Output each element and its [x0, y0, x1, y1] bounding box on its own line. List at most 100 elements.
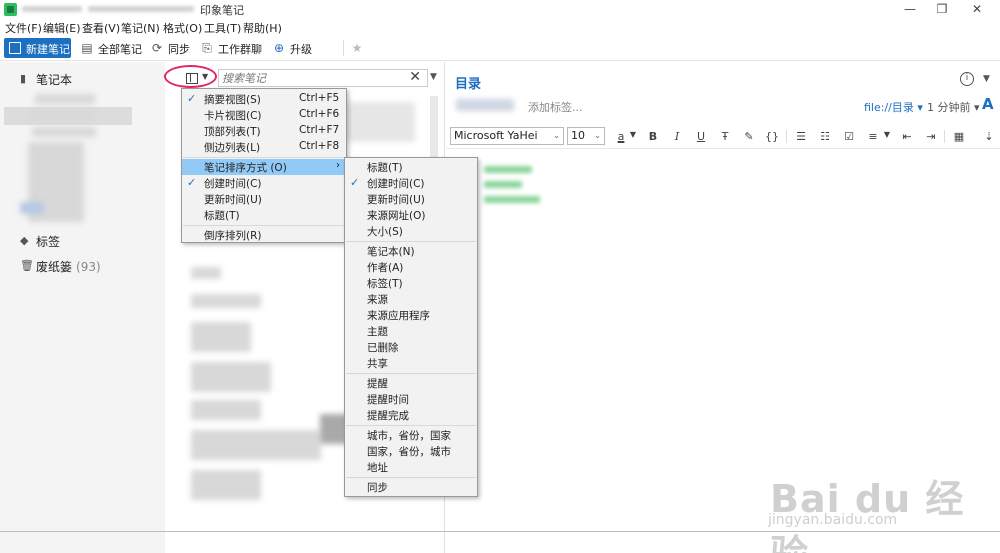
table-icon[interactable]: ▦: [952, 130, 966, 143]
blurred-notebook-stack: [20, 202, 44, 214]
chevron-down-icon[interactable]: ▼: [626, 130, 640, 139]
format-toolbar: Microsoft YaHei ⌄ 10 ⌄ a ▼ B I U Ŧ ✎ {} ☰ …: [446, 124, 1000, 149]
note-title[interactable]: 目录: [455, 73, 481, 92]
numbered-list-icon[interactable]: ☷: [818, 130, 832, 143]
blurred-toc-entry[interactable]: [484, 181, 522, 188]
sync-button[interactable]: ⟳ 同步: [150, 40, 192, 57]
submenu-item-title[interactable]: 标题(T): [345, 159, 477, 175]
bold-button[interactable]: B: [646, 130, 660, 143]
underline-button[interactable]: U: [694, 130, 708, 143]
menu-item-side-list[interactable]: 侧边列表(L) Ctrl+F8: [182, 139, 346, 155]
restore-button[interactable]: ❐: [927, 1, 957, 18]
view-options-menu: ✓ 摘要视图(S) Ctrl+F5 卡片视图(C) Ctrl+F6 顶部列表(T…: [181, 88, 347, 243]
menu-item-summary-view[interactable]: ✓ 摘要视图(S) Ctrl+F5: [182, 91, 346, 107]
checkbox-icon[interactable]: ☑: [842, 130, 856, 143]
info-icon[interactable]: i: [960, 72, 974, 86]
search-box[interactable]: ✕: [218, 69, 428, 87]
menu-item-shortcut: Ctrl+F7: [299, 124, 340, 136]
align-icon[interactable]: ≡: [866, 130, 880, 143]
upgrade-button[interactable]: ⊕ 升级: [272, 40, 314, 57]
submenu-item-source-url[interactable]: 来源网址(O): [345, 207, 477, 223]
submenu-item-shared[interactable]: 共享: [345, 355, 477, 371]
submenu-item-created[interactable]: ✓ 创建时间(C): [345, 175, 477, 191]
submenu-item-sync[interactable]: 同步: [345, 479, 477, 495]
clear-search-icon[interactable]: ✕: [409, 69, 421, 85]
blurred-toc-entry[interactable]: [484, 166, 532, 173]
shortcut-star-button[interactable]: ★: [350, 40, 364, 57]
all-notes-button[interactable]: ▤ 全部笔记: [80, 40, 142, 57]
submenu-item-author[interactable]: 作者(A): [345, 259, 477, 275]
note-list-item[interactable]: [191, 294, 261, 308]
submenu-item-address[interactable]: 地址: [345, 459, 477, 475]
menu-file[interactable]: 文件(F): [5, 20, 42, 36]
menu-item-label: 更新时间(U): [367, 194, 425, 206]
menu-item-sort-created[interactable]: ✓ 创建时间(C): [182, 175, 346, 191]
font-family-select[interactable]: Microsoft YaHei ⌄: [450, 127, 564, 145]
font-size-select[interactable]: 10 ⌄: [567, 127, 605, 145]
menu-help[interactable]: 帮助(H): [243, 20, 282, 36]
menu-item-shortcut: Ctrl+F6: [299, 108, 340, 120]
menu-tools[interactable]: 工具(T): [204, 20, 241, 36]
italic-button[interactable]: I: [670, 130, 684, 143]
minimize-button[interactable]: —: [895, 1, 925, 18]
submenu-item-reminder-done[interactable]: 提醒完成: [345, 407, 477, 423]
time-dropdown[interactable]: 1 分钟前 ▾: [927, 99, 980, 115]
note-list-item[interactable]: [191, 322, 251, 352]
close-button[interactable]: ✕: [962, 1, 992, 18]
strikethrough-button[interactable]: Ŧ: [718, 130, 732, 143]
highlighter-icon[interactable]: ✎: [742, 130, 756, 143]
add-tag-field[interactable]: 添加标签...: [528, 99, 583, 115]
submenu-item-tags[interactable]: 标签(T): [345, 275, 477, 291]
submenu-item-size[interactable]: 大小(S): [345, 223, 477, 239]
menu-item-card-view[interactable]: 卡片视图(C) Ctrl+F6: [182, 107, 346, 123]
note-list-item[interactable]: [191, 430, 321, 460]
menu-item-sort-by[interactable]: 笔记排序方式 (O) ›: [182, 159, 346, 175]
menu-item-label: 城市，省份，国家: [367, 430, 451, 442]
submenu-item-country-province-city[interactable]: 国家，省份，城市: [345, 443, 477, 459]
chevron-down-icon[interactable]: ▼: [880, 130, 894, 139]
evernote-app-icon: [4, 3, 17, 16]
menu-item-sort-title[interactable]: 标题(T): [182, 207, 346, 223]
menu-item-top-list[interactable]: 顶部列表(T) Ctrl+F7: [182, 123, 346, 139]
submenu-item-reminder[interactable]: 提醒: [345, 375, 477, 391]
submenu-item-notebook[interactable]: 笔记本(N): [345, 243, 477, 259]
note-list-item[interactable]: [345, 102, 415, 142]
notebook-icon: ▮: [20, 72, 27, 85]
note-list-item[interactable]: [191, 267, 221, 279]
menu-item-label: 作者(A): [367, 262, 404, 274]
submenu-item-subject[interactable]: 主题: [345, 323, 477, 339]
note-list-item[interactable]: [191, 400, 261, 420]
outdent-icon[interactable]: ⇤: [900, 130, 914, 143]
submenu-item-reminder-time[interactable]: 提醒时间: [345, 391, 477, 407]
menu-item-sort-updated[interactable]: 更新时间(U): [182, 191, 346, 207]
blurred-toc-entry[interactable]: [484, 196, 540, 203]
menu-note[interactable]: 笔记(N): [121, 20, 160, 36]
submenu-item-updated[interactable]: 更新时间(U): [345, 191, 477, 207]
window-title: 印象笔记: [200, 4, 244, 17]
submenu-item-source-app[interactable]: 来源应用程序: [345, 307, 477, 323]
new-note-button[interactable]: 新建笔记: [4, 38, 71, 58]
upgrade-label: 升级: [290, 43, 312, 56]
blurred-notebook-selector[interactable]: [456, 99, 514, 111]
search-options-chevron-icon[interactable]: ▼: [430, 72, 437, 82]
font-size-icon[interactable]: A: [982, 95, 994, 113]
submenu-item-deleted[interactable]: 已删除: [345, 339, 477, 355]
more-options-icon[interactable]: ▼: [983, 74, 990, 84]
work-chat-button[interactable]: ⎘ 工作群聊: [200, 40, 262, 57]
menu-item-reverse-order[interactable]: 倒序排列(R): [182, 227, 346, 243]
indent-icon[interactable]: ⇥: [924, 130, 938, 143]
bulleted-list-icon[interactable]: ☰: [794, 130, 808, 143]
menu-edit[interactable]: 编辑(E): [43, 20, 81, 36]
menu-view[interactable]: 查看(V): [82, 20, 120, 36]
submenu-item-city-province-country[interactable]: 城市，省份，国家: [345, 427, 477, 443]
submenu-item-source[interactable]: 来源: [345, 291, 477, 307]
note-list-item[interactable]: [191, 470, 261, 500]
code-block-icon[interactable]: {}: [765, 130, 779, 143]
expand-toolbar-icon[interactable]: ⇣: [982, 130, 996, 143]
note-list-item[interactable]: [191, 362, 271, 392]
menu-format[interactable]: 格式(O): [163, 20, 202, 36]
left-sidebar: ▮ 笔记本 ◆ 标签 🗑 废纸篓 (93): [0, 62, 165, 553]
menu-item-label: 标题(T): [367, 162, 403, 174]
note-link-dropdown[interactable]: file://目录 ▾: [864, 99, 923, 115]
search-input[interactable]: [222, 71, 402, 85]
